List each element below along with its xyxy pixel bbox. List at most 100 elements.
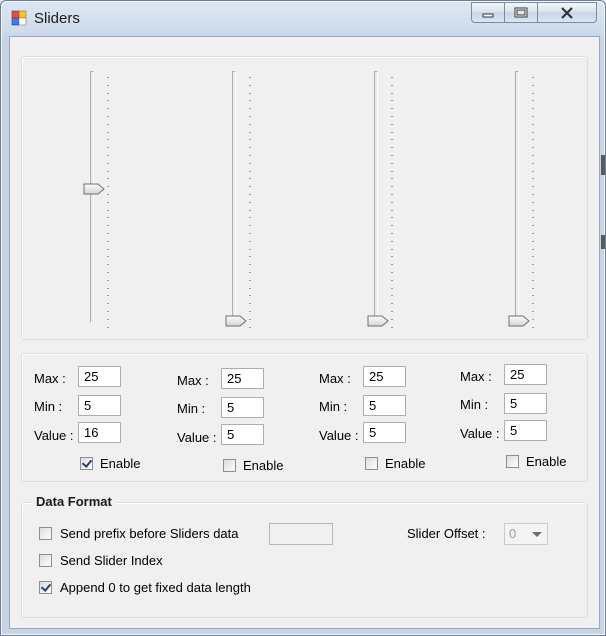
slider-tick [107,139,109,141]
slider-tick [532,225,534,227]
slider-tick [391,209,393,211]
value-label-3: Value : [319,428,359,443]
max-input-3[interactable] [363,366,406,387]
enable-checkbox-3[interactable] [365,457,378,470]
value-input-4[interactable] [504,420,547,441]
slider-track[interactable] [232,71,236,323]
slider-tick [532,155,534,156]
slider-track[interactable] [374,71,378,323]
slider-tick [391,287,393,289]
slider-tick [391,123,393,125]
slider-track[interactable] [90,71,94,323]
slider-3[interactable] [367,71,407,328]
title-bar[interactable]: Sliders [1,1,605,35]
slider-tick [249,318,251,320]
max-input-4[interactable] [504,364,547,385]
slider-tick [391,170,393,172]
close-button[interactable] [537,2,597,23]
prefix-input[interactable] [269,523,333,545]
max-input-1[interactable] [78,366,121,387]
slider-tick [107,225,109,227]
slider-4[interactable] [508,71,548,328]
slider-tick [391,233,393,234]
slider-tick [107,326,109,328]
slider-tick [249,311,251,312]
slider-tick [391,295,393,297]
slider-thumb[interactable] [83,183,105,195]
slider-thumb[interactable] [508,315,530,327]
slider-tick [391,225,393,227]
slider-tick [391,186,393,188]
value-input-3[interactable] [363,422,406,443]
slider-tick [391,155,393,156]
min-label-2: Min : [177,401,206,416]
slider-tick [391,240,393,242]
slider-tick [107,248,109,250]
slider-tick [107,178,109,180]
slider-tick [532,139,534,141]
slider-tick [249,217,251,219]
slider-tick [249,272,251,273]
slider-2[interactable] [225,71,265,328]
minimize-icon [482,13,494,17]
slider-tick [391,311,393,312]
value-input-1[interactable] [78,422,121,443]
slider-1[interactable] [83,71,123,328]
slider-tick [249,225,251,227]
slider-tick [532,326,534,328]
min-input-1[interactable] [78,395,121,416]
max-input-2[interactable] [221,368,264,389]
slider-tick [107,92,109,94]
slider-tick [107,311,109,312]
slider-tick [391,272,393,273]
slider-tick [249,170,251,172]
slider-thumb[interactable] [367,315,389,327]
max-label-2: Max : [177,373,209,388]
min-input-3[interactable] [363,395,406,416]
client-area: Max : Min : Value : Enable Max : Min : V… [9,36,600,629]
slider-tick [391,326,393,328]
value-input-2[interactable] [221,424,264,445]
min-input-2[interactable] [221,397,264,418]
minimize-button[interactable] [471,2,505,23]
slider-offset-select[interactable]: 0 [504,523,548,545]
slider-tick [532,233,534,234]
slider-tick [107,209,109,211]
slider-tick [107,84,109,86]
slider-tick [249,77,251,78]
slider-tick [249,279,251,281]
min-input-4[interactable] [504,393,547,414]
slider-tick [391,92,393,94]
maximize-button[interactable] [504,2,538,23]
slider-tick [249,326,251,328]
slider-tick [249,256,251,258]
slider-tick [249,240,251,242]
max-label-3: Max : [319,371,351,386]
slider-track[interactable] [515,71,519,323]
slider-tick [107,123,109,125]
slider-tick [391,194,393,195]
enable-checkbox-1[interactable] [80,457,93,470]
slider-tick [107,116,109,117]
chevron-down-icon [532,532,542,537]
enable-checkbox-2[interactable] [223,459,236,472]
slider-tick [249,108,251,110]
slider-tick [107,155,109,156]
slider-tick [532,100,534,102]
slider-tick [249,233,251,234]
send-index-checkbox[interactable] [39,554,52,567]
enable-checkbox-4[interactable] [506,455,519,468]
min-label-3: Min : [319,399,348,414]
slider-tick [532,272,534,273]
slider-thumb[interactable] [225,315,247,327]
close-icon [561,6,573,19]
slider-tick [107,295,109,297]
append-zero-checkbox[interactable] [39,581,52,594]
slider-tick [391,248,393,250]
send-prefix-checkbox[interactable] [39,527,52,540]
slider-tick [107,147,109,149]
slider-tick [249,155,251,156]
value-label-2: Value : [177,430,217,445]
data-format-title: Data Format [32,494,116,509]
slider-tick [532,279,534,281]
